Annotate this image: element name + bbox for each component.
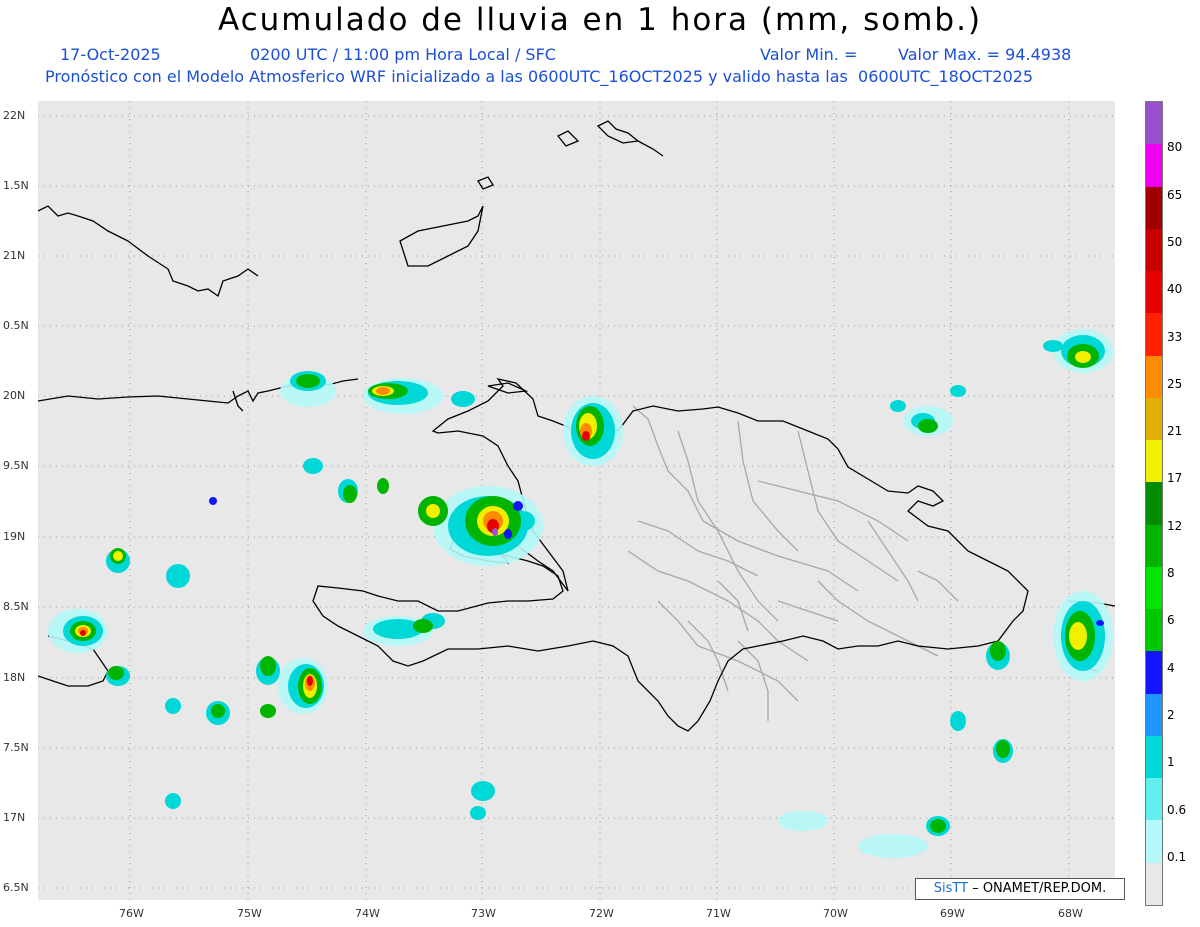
- lat-label: 8.5N: [3, 600, 29, 613]
- legend-swatch: [1146, 778, 1162, 821]
- legend-label: 21: [1167, 424, 1183, 439]
- rainfall-field: [48, 329, 1113, 858]
- lat-label: 18N: [3, 671, 26, 684]
- province-borders: [627, 405, 959, 721]
- lon-label: 72W: [589, 907, 614, 920]
- legend-label: 12: [1167, 518, 1183, 533]
- legend-swatch: [1146, 271, 1162, 314]
- credit-brand: SisTT: [933, 881, 969, 896]
- legend-label: 17: [1167, 471, 1183, 486]
- legend-swatch: [1146, 397, 1162, 441]
- credit-text: – ONAMET/REP.DOM.: [968, 881, 1107, 896]
- legend-swatch: [1146, 186, 1162, 230]
- map-canvas: [38, 101, 1115, 900]
- legend-label: 8: [1167, 566, 1175, 580]
- lat-label: 0.5N: [3, 319, 29, 332]
- lat-label: 19N: [3, 530, 26, 543]
- legend-label: 2: [1167, 707, 1175, 722]
- forecast-info: Pronóstico con el Modelo Atmosferico WRF…: [45, 67, 1034, 86]
- lon-label: 75W: [237, 907, 262, 920]
- legend-swatch: [1146, 862, 1162, 906]
- lon-label: 70W: [823, 907, 848, 920]
- legend-swatch: [1146, 144, 1162, 187]
- legend-label: 50: [1167, 234, 1183, 249]
- lon-label: 76W: [119, 907, 144, 920]
- lon-label: 73W: [471, 907, 496, 920]
- legend-swatch: [1146, 482, 1162, 526]
- lat-label: 9.5N: [3, 459, 29, 472]
- legend-label: 40: [1167, 282, 1183, 297]
- legend-label: 0.1: [1167, 849, 1187, 864]
- legend-swatch: [1146, 102, 1162, 145]
- legend-label: 0.6: [1167, 802, 1187, 817]
- graticule: [38, 101, 1115, 900]
- lon-label: 71W: [706, 907, 731, 920]
- credit-box: SisTT – ONAMET/REP.DOM.: [915, 878, 1125, 900]
- min-value: Valor Min. =: [760, 45, 858, 64]
- time-info: 0200 UTC / 11:00 pm Hora Local / SFC: [250, 45, 556, 64]
- legend-label: 6: [1167, 613, 1175, 628]
- legend-swatch: [1146, 313, 1162, 357]
- legend-swatch: [1146, 440, 1162, 483]
- legend-swatch: [1146, 566, 1162, 610]
- lon-label: 74W: [355, 907, 380, 920]
- map-area: [38, 101, 1115, 900]
- legend-swatch: [1146, 651, 1162, 695]
- legend-label: 33: [1167, 329, 1183, 344]
- lat-label: 1.5N: [3, 179, 29, 192]
- color-legend: [1145, 101, 1163, 906]
- lat-label: 21N: [3, 249, 26, 262]
- lon-label: 68W: [1058, 907, 1083, 920]
- legend-swatch: [1146, 820, 1162, 864]
- legend-swatch: [1146, 524, 1162, 568]
- legend-swatch: [1146, 735, 1162, 779]
- legend-label: 65: [1167, 187, 1183, 202]
- legend-swatch: [1146, 609, 1162, 652]
- lat-label: 17N: [3, 811, 26, 824]
- max-value: Valor Max. = 94.4938: [898, 45, 1072, 64]
- lat-label: 20N: [3, 389, 26, 402]
- lat-label: 7.5N: [3, 741, 29, 754]
- lat-label: 6.5N: [3, 881, 29, 894]
- legend-label: 4: [1167, 660, 1175, 675]
- legend-swatch: [1146, 693, 1162, 737]
- legend-swatch: [1146, 355, 1162, 399]
- lat-label: 22N: [3, 109, 26, 122]
- map-title: Acumulado de lluvia en 1 hora (mm, somb.…: [217, 2, 983, 38]
- legend-label: 80: [1167, 140, 1183, 155]
- legend-swatch: [1146, 228, 1162, 272]
- lon-label: 69W: [940, 907, 965, 920]
- legend-label: 1: [1167, 755, 1175, 770]
- date-label: 17-Oct-2025: [60, 45, 161, 64]
- legend-label: 25: [1167, 376, 1183, 391]
